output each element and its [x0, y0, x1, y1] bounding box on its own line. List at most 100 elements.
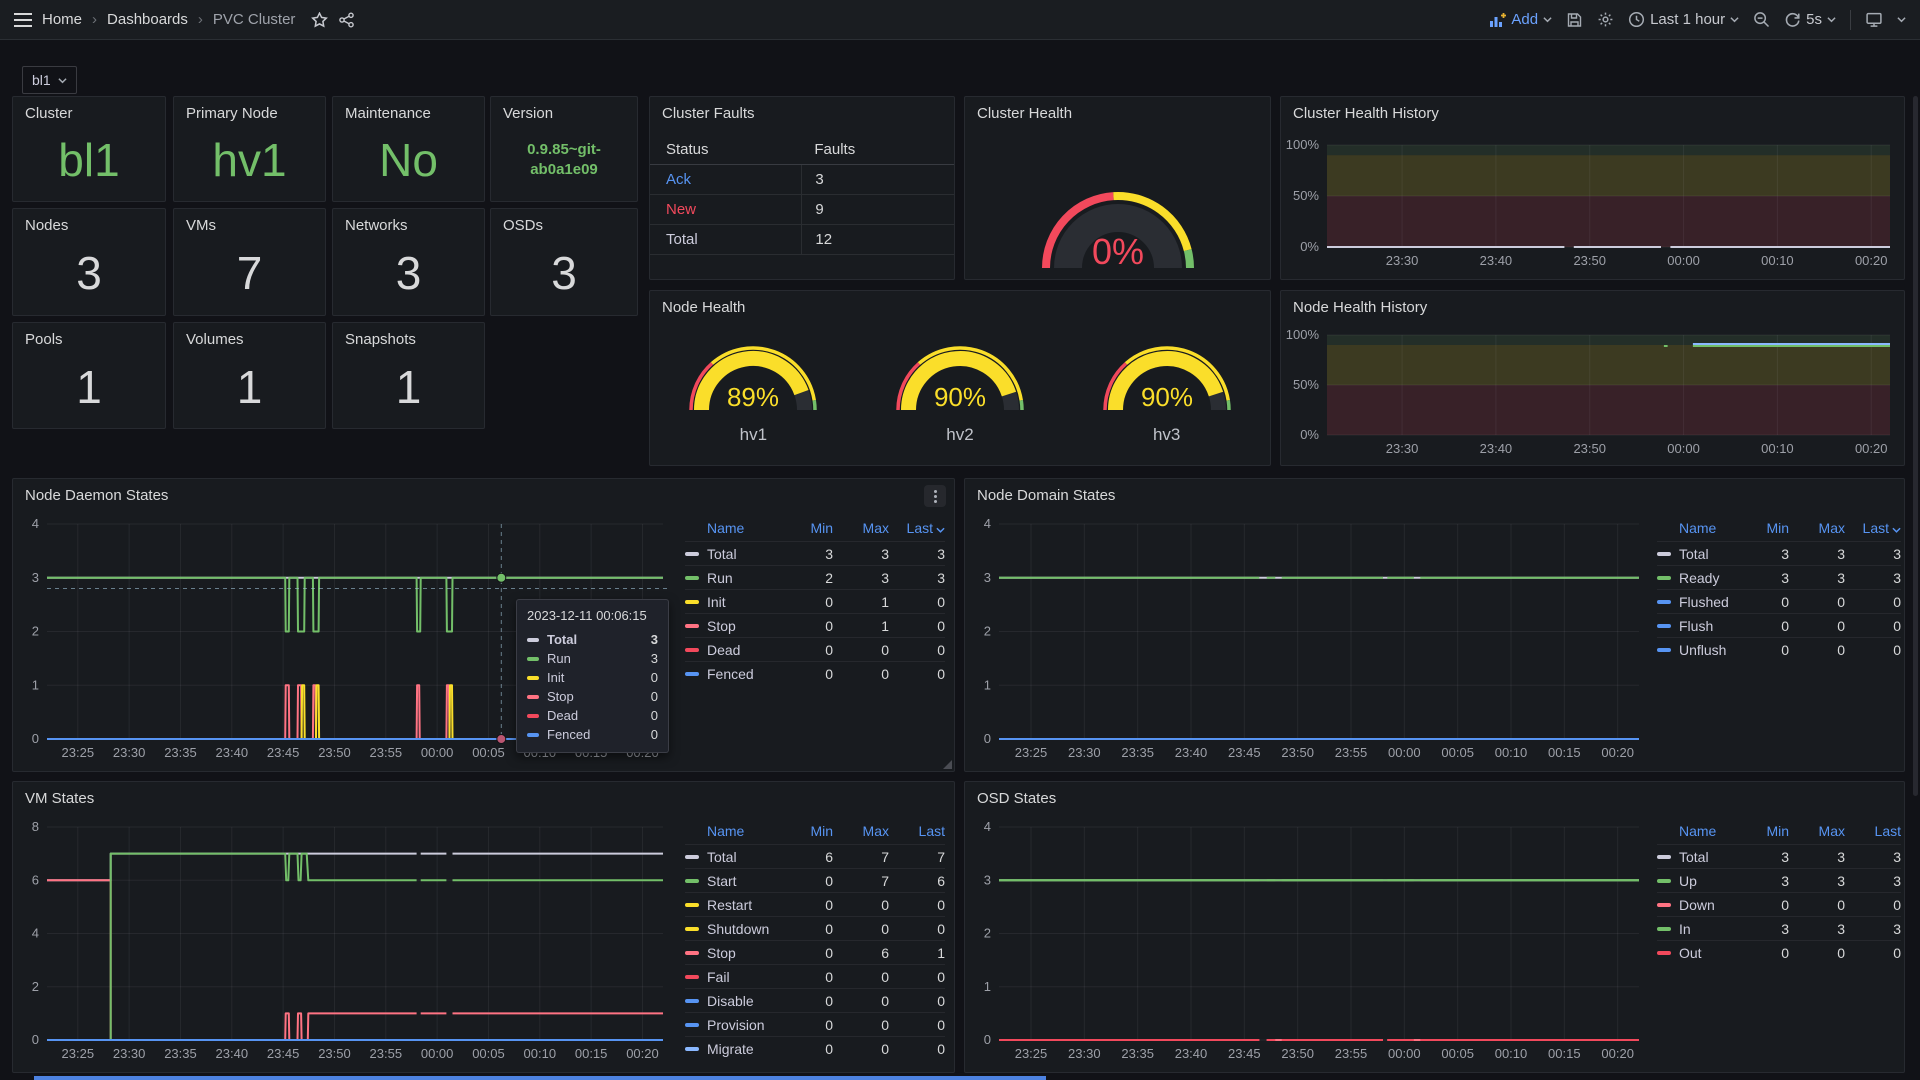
- series-name[interactable]: Up: [1679, 873, 1733, 889]
- legend-col-min[interactable]: Min: [777, 520, 833, 536]
- legend-row[interactable]: Migrate 0 0 0: [685, 1036, 945, 1060]
- legend-col-max[interactable]: Max: [1789, 520, 1845, 536]
- star-icon[interactable]: [311, 12, 328, 28]
- stat-panel-pools[interactable]: Pools 1: [12, 322, 166, 429]
- legend-col-name[interactable]: Name: [1657, 520, 1733, 536]
- legend-row[interactable]: Run 2 3 3: [685, 565, 945, 589]
- legend-col-last[interactable]: Last: [889, 823, 945, 839]
- legend-row[interactable]: Restart 0 0 0: [685, 892, 945, 916]
- stat-panel-maintenance[interactable]: Maintenance No: [332, 96, 485, 202]
- legend-row[interactable]: Fenced 0 0 0: [685, 661, 945, 685]
- series-name[interactable]: Stop: [707, 945, 777, 961]
- series-name[interactable]: Ready: [1679, 570, 1733, 586]
- series-name[interactable]: Init: [707, 594, 777, 610]
- legend-col-last[interactable]: Last: [889, 520, 945, 536]
- legend-row[interactable]: Fail 0 0 0: [685, 964, 945, 988]
- panel-cluster-health-history[interactable]: Cluster Health History 0%50%100%23:3023:…: [1280, 96, 1905, 280]
- legend-row[interactable]: Ready 3 3 3: [1657, 565, 1901, 589]
- stat-panel-nodes[interactable]: Nodes 3: [12, 208, 166, 316]
- scrollbar-thumb[interactable]: [1913, 96, 1918, 796]
- series-name[interactable]: Down: [1679, 897, 1733, 913]
- legend-row[interactable]: Unflush 0 0 0: [1657, 637, 1901, 661]
- series-name[interactable]: Total: [1679, 849, 1733, 865]
- legend-col-max[interactable]: Max: [833, 520, 889, 536]
- panel-osd-states[interactable]: OSD States 0123423:2523:3023:3523:4023:4…: [964, 781, 1905, 1073]
- legend-col-last[interactable]: Last: [1845, 823, 1901, 839]
- legend-row[interactable]: Up 3 3 3: [1657, 868, 1901, 892]
- series-name[interactable]: Fail: [707, 969, 777, 985]
- tv-mode-icon[interactable]: [1865, 11, 1883, 28]
- legend-row[interactable]: Down 0 0 0: [1657, 892, 1901, 916]
- toolbar-more-chevron-icon[interactable]: [1897, 15, 1906, 24]
- legend-row[interactable]: Disable 0 0 0: [685, 988, 945, 1012]
- panel-node-health-history[interactable]: Node Health History 0%50%100%23:3023:402…: [1280, 290, 1905, 466]
- series-name[interactable]: Shutdown: [707, 921, 777, 937]
- stat-panel-snapshots[interactable]: Snapshots 1: [332, 322, 485, 429]
- legend-row[interactable]: Flushed 0 0 0: [1657, 589, 1901, 613]
- series-name[interactable]: Out: [1679, 945, 1733, 961]
- stat-panel-osds[interactable]: OSDs 3: [490, 208, 638, 316]
- column-header-faults[interactable]: Faults: [801, 135, 954, 164]
- legend-col-max[interactable]: Max: [833, 823, 889, 839]
- legend-row[interactable]: Shutdown 0 0 0: [685, 916, 945, 940]
- series-name[interactable]: Run: [707, 570, 777, 586]
- panel-vm-states[interactable]: VM States 0246823:2523:3023:3523:4023:45…: [12, 781, 955, 1073]
- panel-menu-button[interactable]: [924, 485, 946, 507]
- refresh-button[interactable]: 5s: [1784, 11, 1836, 28]
- legend-row[interactable]: Init 0 1 0: [685, 589, 945, 613]
- stat-panel-cluster[interactable]: Cluster bl1: [12, 96, 166, 202]
- panel-node-daemon-states[interactable]: Node Daemon States 0123423:2523:3023:352…: [12, 478, 955, 772]
- breadcrumb-dashboards[interactable]: Dashboards: [107, 11, 188, 28]
- breadcrumb-home[interactable]: Home: [42, 11, 82, 28]
- series-name[interactable]: Total: [1679, 546, 1733, 562]
- legend-row[interactable]: Start 0 7 6: [685, 868, 945, 892]
- legend-row[interactable]: Out 0 0 0: [1657, 940, 1901, 964]
- zoom-out-icon[interactable]: [1753, 11, 1770, 28]
- legend-col-name[interactable]: Name: [685, 823, 777, 839]
- stat-panel-version[interactable]: Version 0.9.85~git-ab0a1e09: [490, 96, 638, 202]
- legend-row[interactable]: Flush 0 0 0: [1657, 613, 1901, 637]
- legend-col-name[interactable]: Name: [1657, 823, 1733, 839]
- legend-row[interactable]: In 3 3 3: [1657, 916, 1901, 940]
- stat-panel-primary-node[interactable]: Primary Node hv1: [173, 96, 326, 202]
- series-name[interactable]: Flush: [1679, 618, 1733, 634]
- dashboard-settings-icon[interactable]: [1597, 11, 1614, 28]
- column-header-status[interactable]: Status: [666, 141, 801, 158]
- legend-row[interactable]: Total 3 3 3: [1657, 844, 1901, 868]
- legend-col-min[interactable]: Min: [1733, 823, 1789, 839]
- variable-dropdown-cluster[interactable]: bl1: [22, 66, 77, 94]
- series-name[interactable]: Start: [707, 873, 777, 889]
- cluster-health-history-chart[interactable]: 0%50%100%23:3023:4023:5000:0000:1000:20: [1281, 97, 1904, 279]
- legend-col-name[interactable]: Name: [685, 520, 777, 536]
- time-range-picker[interactable]: Last 1 hour: [1628, 11, 1739, 28]
- legend-row[interactable]: Provision 0 0 0: [685, 1012, 945, 1036]
- stat-panel-networks[interactable]: Networks 3: [332, 208, 485, 316]
- series-name[interactable]: Provision: [707, 1017, 777, 1033]
- series-name[interactable]: Unflush: [1679, 642, 1733, 658]
- series-name[interactable]: Total: [707, 546, 777, 562]
- panel-node-domain-states[interactable]: Node Domain States 0123423:2523:3023:352…: [964, 478, 1905, 772]
- legend-col-min[interactable]: Min: [1733, 520, 1789, 536]
- series-name[interactable]: Total: [707, 849, 777, 865]
- stat-panel-vms[interactable]: VMs 7: [173, 208, 326, 316]
- legend-col-last[interactable]: Last: [1845, 520, 1901, 536]
- legend-row[interactable]: Total 6 7 7: [685, 844, 945, 868]
- legend-col-min[interactable]: Min: [777, 823, 833, 839]
- add-panel-button[interactable]: Add: [1489, 11, 1552, 28]
- share-icon[interactable]: [338, 12, 355, 28]
- legend-row[interactable]: Dead 0 0 0: [685, 637, 945, 661]
- panel-resize-handle[interactable]: [943, 760, 952, 769]
- legend-row[interactable]: Stop 0 1 0: [685, 613, 945, 637]
- series-name[interactable]: Fenced: [707, 666, 777, 682]
- series-name[interactable]: Disable: [707, 993, 777, 1009]
- save-dashboard-icon[interactable]: [1566, 12, 1583, 28]
- legend-row[interactable]: Total 3 3 3: [1657, 541, 1901, 565]
- panel-cluster-health[interactable]: Cluster Health 0%: [964, 96, 1271, 280]
- hamburger-menu-icon[interactable]: [14, 13, 32, 27]
- stat-panel-volumes[interactable]: Volumes 1: [173, 322, 326, 429]
- panel-node-health[interactable]: Node Health 89%hv190%hv290%hv3: [649, 290, 1271, 466]
- series-name[interactable]: In: [1679, 921, 1733, 937]
- series-name[interactable]: Stop: [707, 618, 777, 634]
- series-name[interactable]: Flushed: [1679, 594, 1733, 610]
- series-name[interactable]: Migrate: [707, 1041, 777, 1057]
